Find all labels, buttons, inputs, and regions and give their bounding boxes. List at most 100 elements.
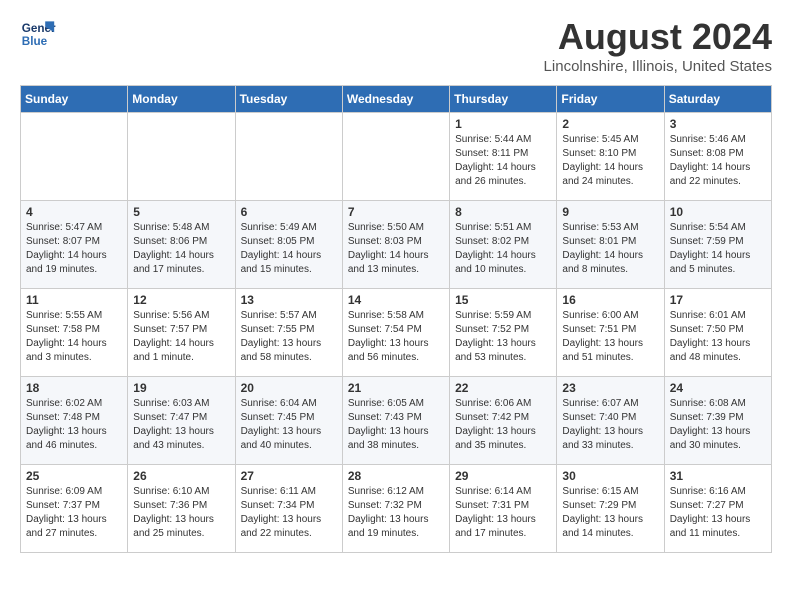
- day-number: 19: [133, 381, 229, 395]
- day-info: Sunrise: 5:59 AM Sunset: 7:52 PM Dayligh…: [455, 309, 551, 365]
- logo-icon: General Blue: [20, 16, 56, 52]
- day-header-saturday: Saturday: [664, 86, 771, 113]
- calendar-cell: 25Sunrise: 6:09 AM Sunset: 7:37 PM Dayli…: [21, 465, 128, 553]
- week-row-2: 4 Sunrise: 5:47 AM Sunset: 8:07 PM Daylig…: [21, 201, 772, 289]
- calendar-cell: 17 Sunrise: 6:01 AM Sunset: 7:50 PM Dayli…: [664, 289, 771, 377]
- day-header-wednesday: Wednesday: [342, 86, 449, 113]
- day-number: 10: [670, 205, 766, 219]
- day-number: 12: [133, 293, 229, 307]
- day-number: 3: [670, 117, 766, 131]
- day-number: 30: [562, 469, 658, 483]
- week-row-3: 11 Sunrise: 5:55 AM Sunset: 7:58 PM Dayli…: [21, 289, 772, 377]
- header: General Blue General Blue August 2024 Li…: [20, 16, 772, 75]
- day-info: Sunrise: 5:56 AM Sunset: 7:57 PM Dayligh…: [133, 309, 229, 365]
- day-info: Sunrise: 6:10 AM Sunset: 7:36 PM Dayligh…: [133, 485, 229, 541]
- day-info: Sunrise: 5:58 AM Sunset: 7:54 PM Dayligh…: [348, 309, 444, 365]
- day-info: Sunrise: 5:53 AM Sunset: 8:01 PM Dayligh…: [562, 221, 658, 277]
- day-number: 18: [26, 381, 122, 395]
- day-number: 27: [241, 469, 337, 483]
- day-number: 9: [562, 205, 658, 219]
- day-number: 6: [241, 205, 337, 219]
- calendar-cell: 11 Sunrise: 5:55 AM Sunset: 7:58 PM Dayli…: [21, 289, 128, 377]
- day-info: Sunrise: 6:15 AM Sunset: 7:29 PM Dayligh…: [562, 485, 658, 541]
- day-number: 16: [562, 293, 658, 307]
- calendar-cell: 23 Sunrise: 6:07 AM Sunset: 7:40 PM Dayli…: [557, 377, 664, 465]
- calendar-cell: 7 Sunrise: 5:50 AM Sunset: 8:03 PM Daylig…: [342, 201, 449, 289]
- calendar-cell: 26 Sunrise: 6:10 AM Sunset: 7:36 PM Dayli…: [128, 465, 235, 553]
- day-info: Sunrise: 5:51 AM Sunset: 8:02 PM Dayligh…: [455, 221, 551, 277]
- calendar-cell: [128, 113, 235, 201]
- day-number: 20: [241, 381, 337, 395]
- week-row-1: 1 Sunrise: 5:44 AM Sunset: 8:11 PM Daylig…: [21, 113, 772, 201]
- calendar-cell: 28Sunrise: 6:12 AM Sunset: 7:32 PM Dayli…: [342, 465, 449, 553]
- calendar-cell: 31 Sunrise: 6:16 AM Sunset: 7:27 PM Dayli…: [664, 465, 771, 553]
- day-number: 2: [562, 117, 658, 131]
- calendar-cell: 21 Sunrise: 6:05 AM Sunset: 7:43 PM Dayli…: [342, 377, 449, 465]
- calendar-cell: 5Sunrise: 5:48 AM Sunset: 8:06 PM Daylig…: [128, 201, 235, 289]
- title-area: August 2024 Lincolnshire, Illinois, Unit…: [544, 16, 772, 75]
- day-info: Sunrise: 6:07 AM Sunset: 7:40 PM Dayligh…: [562, 397, 658, 453]
- day-info: Sunrise: 6:01 AM Sunset: 7:50 PM Dayligh…: [670, 309, 766, 365]
- day-header-sunday: Sunday: [21, 86, 128, 113]
- calendar-cell: 4 Sunrise: 5:47 AM Sunset: 8:07 PM Daylig…: [21, 201, 128, 289]
- day-header-tuesday: Tuesday: [235, 86, 342, 113]
- week-row-5: 25Sunrise: 6:09 AM Sunset: 7:37 PM Dayli…: [21, 465, 772, 553]
- day-header-friday: Friday: [557, 86, 664, 113]
- day-info: Sunrise: 6:00 AM Sunset: 7:51 PM Dayligh…: [562, 309, 658, 365]
- day-number: 1: [455, 117, 551, 131]
- calendar-cell: 30 Sunrise: 6:15 AM Sunset: 7:29 PM Dayli…: [557, 465, 664, 553]
- day-number: 31: [670, 469, 766, 483]
- calendar-cell: [342, 113, 449, 201]
- day-info: Sunrise: 5:55 AM Sunset: 7:58 PM Dayligh…: [26, 309, 122, 365]
- day-info: Sunrise: 5:50 AM Sunset: 8:03 PM Dayligh…: [348, 221, 444, 277]
- calendar-cell: 8 Sunrise: 5:51 AM Sunset: 8:02 PM Daylig…: [450, 201, 557, 289]
- day-info: Sunrise: 6:14 AM Sunset: 7:31 PM Dayligh…: [455, 485, 551, 541]
- month-year: August 2024: [544, 16, 772, 58]
- calendar-cell: 14Sunrise: 5:58 AM Sunset: 7:54 PM Dayli…: [342, 289, 449, 377]
- day-number: 8: [455, 205, 551, 219]
- day-info: Sunrise: 6:04 AM Sunset: 7:45 PM Dayligh…: [241, 397, 337, 453]
- calendar-cell: 12 Sunrise: 5:56 AM Sunset: 7:57 PM Dayli…: [128, 289, 235, 377]
- day-info: Sunrise: 6:05 AM Sunset: 7:43 PM Dayligh…: [348, 397, 444, 453]
- day-info: Sunrise: 6:02 AM Sunset: 7:48 PM Dayligh…: [26, 397, 122, 453]
- calendar-cell: 29 Sunrise: 6:14 AM Sunset: 7:31 PM Dayli…: [450, 465, 557, 553]
- day-info: Sunrise: 6:16 AM Sunset: 7:27 PM Dayligh…: [670, 485, 766, 541]
- calendar-cell: 2 Sunrise: 5:45 AM Sunset: 8:10 PM Daylig…: [557, 113, 664, 201]
- calendar-cell: 27 Sunrise: 6:11 AM Sunset: 7:34 PM Dayli…: [235, 465, 342, 553]
- calendar-cell: [21, 113, 128, 201]
- day-number: 28: [348, 469, 444, 483]
- calendar-cell: 1 Sunrise: 5:44 AM Sunset: 8:11 PM Daylig…: [450, 113, 557, 201]
- calendar-cell: 6 Sunrise: 5:49 AM Sunset: 8:05 PM Daylig…: [235, 201, 342, 289]
- day-info: Sunrise: 6:11 AM Sunset: 7:34 PM Dayligh…: [241, 485, 337, 541]
- day-info: Sunrise: 5:49 AM Sunset: 8:05 PM Dayligh…: [241, 221, 337, 277]
- day-info: Sunrise: 5:47 AM Sunset: 8:07 PM Dayligh…: [26, 221, 122, 277]
- day-info: Sunrise: 6:03 AM Sunset: 7:47 PM Dayligh…: [133, 397, 229, 453]
- calendar-cell: 13Sunrise: 5:57 AM Sunset: 7:55 PM Dayli…: [235, 289, 342, 377]
- logo: General Blue General Blue: [20, 16, 56, 52]
- day-number: 29: [455, 469, 551, 483]
- day-number: 25: [26, 469, 122, 483]
- day-info: Sunrise: 5:57 AM Sunset: 7:55 PM Dayligh…: [241, 309, 337, 365]
- day-info: Sunrise: 5:45 AM Sunset: 8:10 PM Dayligh…: [562, 133, 658, 189]
- day-number: 11: [26, 293, 122, 307]
- day-number: 4: [26, 205, 122, 219]
- day-number: 15: [455, 293, 551, 307]
- day-header-thursday: Thursday: [450, 86, 557, 113]
- calendar-cell: 19 Sunrise: 6:03 AM Sunset: 7:47 PM Dayli…: [128, 377, 235, 465]
- location: Lincolnshire, Illinois, United States: [544, 58, 772, 75]
- day-number: 26: [133, 469, 229, 483]
- calendar-cell: 22Sunrise: 6:06 AM Sunset: 7:42 PM Dayli…: [450, 377, 557, 465]
- day-number: 23: [562, 381, 658, 395]
- calendar-cell: 20 Sunrise: 6:04 AM Sunset: 7:45 PM Dayli…: [235, 377, 342, 465]
- day-header-monday: Monday: [128, 86, 235, 113]
- day-info: Sunrise: 6:06 AM Sunset: 7:42 PM Dayligh…: [455, 397, 551, 453]
- day-info: Sunrise: 5:46 AM Sunset: 8:08 PM Dayligh…: [670, 133, 766, 189]
- day-number: 7: [348, 205, 444, 219]
- calendar-cell: 18 Sunrise: 6:02 AM Sunset: 7:48 PM Dayli…: [21, 377, 128, 465]
- calendar-cell: [235, 113, 342, 201]
- day-number: 24: [670, 381, 766, 395]
- day-number: 17: [670, 293, 766, 307]
- day-info: Sunrise: 5:44 AM Sunset: 8:11 PM Dayligh…: [455, 133, 551, 189]
- day-number: 5: [133, 205, 229, 219]
- day-number: 21: [348, 381, 444, 395]
